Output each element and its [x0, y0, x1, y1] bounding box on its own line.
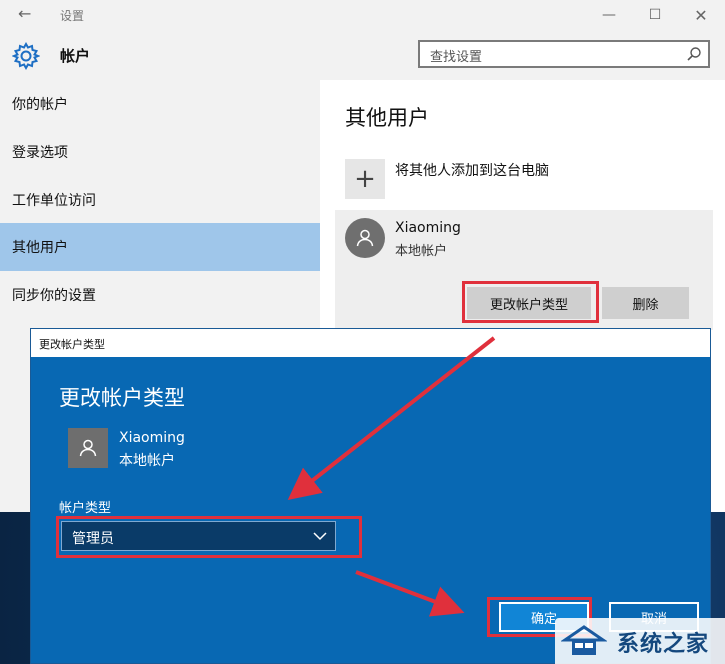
dialog-window-title: 更改帐户类型 — [39, 338, 105, 351]
person-icon — [79, 439, 97, 457]
title-bar: ← 设置 — ☐ ✕ — [0, 0, 725, 30]
close-button[interactable]: ✕ — [678, 2, 724, 28]
dialog-user-account-type: 本地帐户 — [119, 453, 175, 469]
watermark-text: 系统之家 — [617, 631, 710, 657]
minimize-button[interactable]: — — [586, 2, 632, 28]
change-account-type-dialog: 更改帐户类型 更改帐户类型 Xiaoming 本地帐户 帐户类型 管理员 确定 … — [30, 328, 711, 664]
dialog-title-bar: 更改帐户类型 — [31, 329, 710, 357]
change-account-type-button[interactable]: 更改帐户类型 — [467, 287, 591, 319]
user-name: Xiaoming — [395, 220, 461, 236]
search-icon[interactable] — [686, 46, 702, 62]
sidebar-item-label: 其他用户 — [12, 240, 68, 256]
user-avatar-icon — [345, 218, 385, 258]
person-icon — [356, 229, 374, 247]
delete-button[interactable]: 删除 — [602, 287, 689, 319]
user-account-type: 本地帐户 — [395, 244, 448, 259]
window-title: 设置 — [60, 9, 85, 23]
house-logo-icon — [561, 625, 607, 655]
page-title: 帐户 — [60, 47, 91, 65]
search-input[interactable]: 查找设置 — [418, 40, 710, 68]
watermark: 系统之家 — [555, 618, 725, 664]
section-title: 其他用户 — [345, 106, 429, 130]
sidebar-item-label: 工作单位访问 — [12, 193, 96, 209]
chevron-down-icon — [313, 532, 327, 541]
sidebar-item-sync-settings[interactable]: 同步你的设置 — [0, 271, 320, 319]
sidebar-item-sign-in-options[interactable]: 登录选项 — [0, 128, 320, 176]
add-user-plus-icon[interactable]: + — [345, 159, 385, 199]
sidebar-item-label: 同步你的设置 — [12, 288, 96, 304]
gear-icon — [12, 42, 40, 70]
add-user-link[interactable]: 将其他人添加到这台电脑 — [395, 160, 549, 180]
dialog-avatar-icon — [68, 428, 108, 468]
sidebar-item-your-account[interactable]: 你的帐户 — [0, 80, 320, 128]
sidebar-item-label: 你的帐户 — [12, 97, 68, 113]
sidebar-item-label: 登录选项 — [12, 145, 68, 161]
user-panel[interactable]: Xiaoming 本地帐户 更改帐户类型 删除 — [335, 210, 713, 330]
back-arrow-icon[interactable]: ← — [18, 4, 31, 23]
sidebar-item-work-access[interactable]: 工作单位访问 — [0, 176, 320, 224]
account-type-dropdown[interactable]: 管理员 — [61, 521, 336, 551]
dialog-user-name: Xiaoming — [119, 430, 185, 446]
sidebar-item-other-users[interactable]: 其他用户 — [0, 223, 320, 271]
account-type-selected-value: 管理员 — [72, 531, 114, 547]
page-header: 帐户 查找设置 — [0, 30, 725, 80]
dialog-heading: 更改帐户类型 — [59, 386, 185, 410]
search-placeholder: 查找设置 — [430, 50, 483, 65]
maximize-button[interactable]: ☐ — [632, 2, 678, 28]
account-type-label: 帐户类型 — [59, 501, 112, 516]
